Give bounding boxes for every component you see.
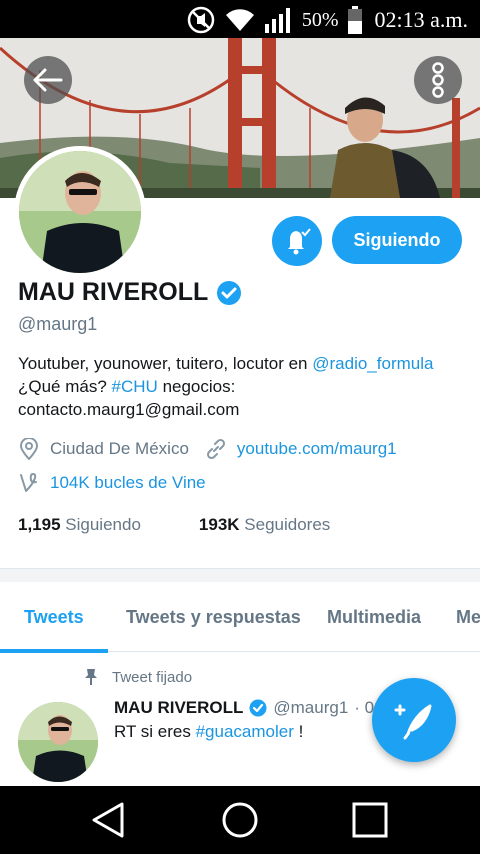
following-count: 1,195 [18, 515, 61, 534]
profile-name: MAU RIVEROLL [18, 278, 209, 306]
signal-icon [264, 8, 290, 33]
tab-tweets-replies[interactable]: Tweets y respuestas [126, 582, 301, 652]
tweet-text: RT si eres #guacamoler ! [114, 722, 303, 742]
followers-count-link[interactable]: 193K Seguidores [199, 515, 330, 535]
bio-text-2: ¿Qué más? [18, 377, 112, 396]
profile-tabs: Tweets Tweets y respuestas Multimedia Me [0, 582, 480, 653]
tweet-text-prefix: RT si eres [114, 722, 196, 741]
profile-location: Ciudad De México [50, 439, 189, 458]
tweet-avatar-photo [18, 702, 98, 782]
tab-tweets[interactable]: Tweets [24, 582, 84, 652]
location-pin-icon [18, 438, 40, 460]
bio-mention-link[interactable]: @radio_formula [312, 354, 433, 373]
bell-check-icon [288, 228, 311, 255]
avatar-photo [19, 151, 141, 273]
profile-handle: @maurg1 [18, 314, 98, 334]
bio-text-3: negocios: [157, 377, 236, 396]
link-icon [205, 438, 227, 460]
bio-email: contacto.maurg1@gmail.com [18, 400, 240, 419]
following-count-link[interactable]: 1,195 Siguiendo [18, 515, 141, 535]
follow-counts: 1,195 Siguiendo 193K Seguidores [18, 515, 330, 535]
profile-website-link[interactable]: youtube.com/maurg1 [237, 439, 397, 459]
tweet-author-name[interactable]: MAU RIVEROLL [114, 698, 243, 718]
nav-recents-icon [352, 802, 388, 838]
nav-back-button[interactable] [68, 786, 148, 854]
battery-icon [347, 6, 362, 34]
nav-home-button[interactable] [200, 786, 280, 854]
tab-media[interactable]: Multimedia [327, 582, 421, 652]
verified-badge-icon [217, 280, 242, 305]
back-button[interactable] [24, 56, 72, 104]
status-icons: 50% 02:13 a.m. [186, 4, 468, 36]
clock: 02:13 a.m. [374, 7, 469, 32]
more-options-button[interactable] [414, 56, 462, 104]
vine-icon [18, 472, 40, 494]
following-button[interactable]: Siguiendo [332, 216, 462, 264]
compose-tweet-button[interactable] [372, 678, 456, 762]
pinned-label: Tweet fijado [112, 668, 193, 686]
followers-label: Seguidores [244, 515, 331, 534]
tweet-author-handle: @maurg1 [273, 698, 349, 717]
tweet-hashtag-link[interactable]: #guacamoler [196, 722, 294, 741]
mute-icon [187, 6, 215, 34]
nav-back-icon [92, 802, 124, 838]
profile-meta-row: Ciudad De México youtube.com/maurg1 [18, 438, 397, 460]
profile-name-row: MAU RIVEROLL [18, 278, 242, 307]
pinned-label-row: Tweet fijado [84, 668, 192, 686]
followers-count: 193K [198, 515, 240, 534]
profile-avatar[interactable] [14, 146, 146, 278]
nav-home-icon [222, 802, 258, 838]
pin-icon [85, 669, 97, 685]
android-nav-bar [0, 786, 480, 854]
compose-feather-icon [394, 704, 432, 740]
profile-vine-row: 104K bucles de Vine [18, 472, 206, 494]
verified-badge-icon [249, 699, 267, 717]
status-bar: 50% 02:13 a.m. [0, 0, 480, 38]
tweet-header: MAU RIVEROLL @maurg1 · 02 a [114, 698, 398, 718]
notifications-button[interactable] [272, 216, 322, 266]
wifi-icon [225, 9, 254, 31]
vine-loops-link[interactable]: 104K bucles de Vine [50, 473, 206, 493]
back-arrow-icon [33, 68, 63, 92]
more-vertical-icon [432, 62, 444, 98]
active-tab-indicator [0, 649, 108, 653]
bio-text-1: Youtuber, younower, tuitero, locutor en [18, 354, 313, 373]
tab-likes[interactable]: Me [456, 582, 480, 652]
following-label: Siguiendo [65, 515, 141, 534]
nav-recents-button[interactable] [330, 786, 410, 854]
battery-percent: 50% [301, 8, 339, 31]
tweet-text-suffix: ! [293, 722, 304, 741]
profile-bio: Youtuber, younower, tuitero, locutor en … [18, 352, 468, 421]
tweet-avatar[interactable] [18, 702, 98, 782]
bio-hashtag-link[interactable]: #CHU [112, 377, 158, 396]
section-divider [0, 568, 480, 582]
